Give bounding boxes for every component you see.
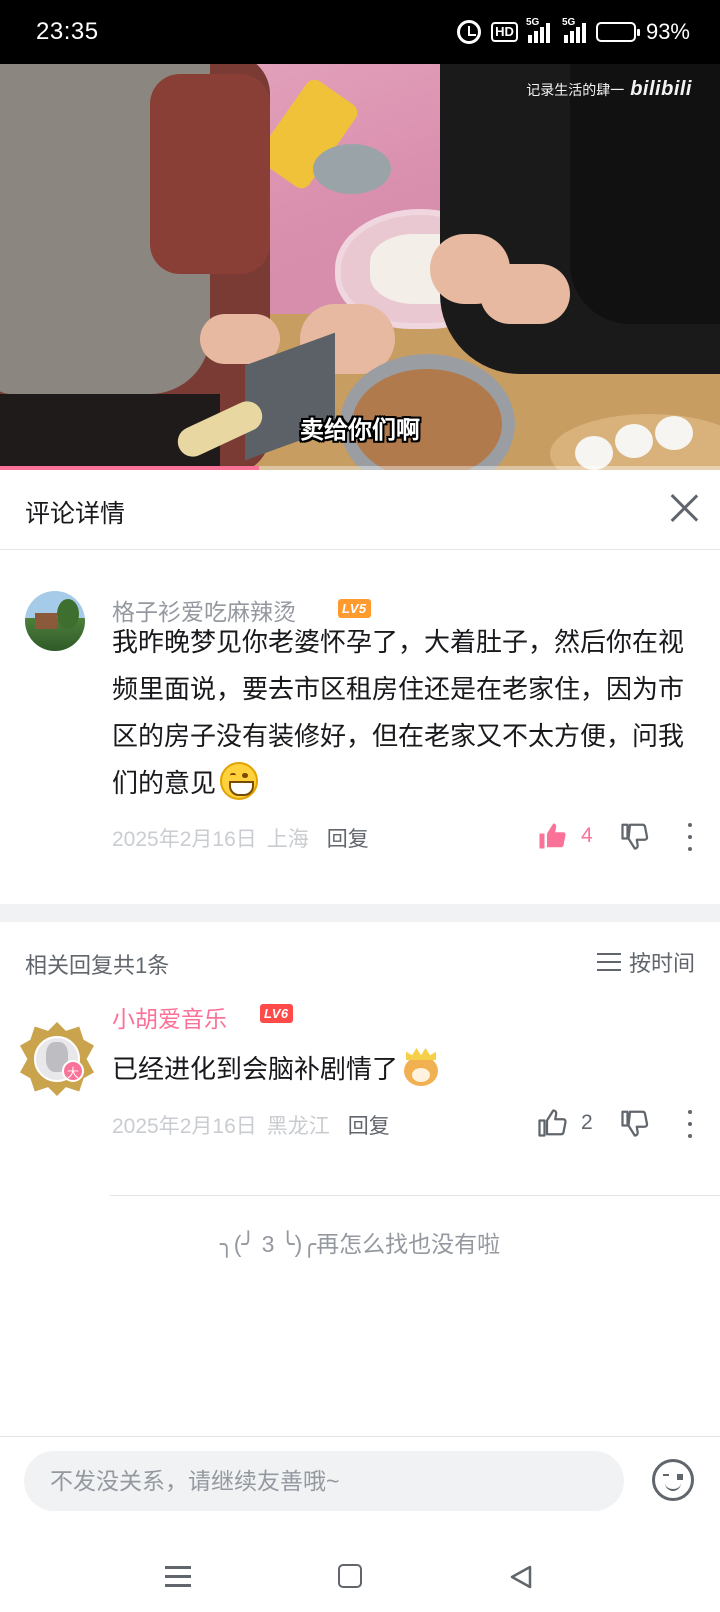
level-badge: LV6: [260, 1004, 293, 1023]
more-icon[interactable]: [687, 823, 693, 851]
reply-text: 已经进化到会脑补剧情了: [112, 1054, 399, 1084]
reply-username[interactable]: 小胡爱音乐: [112, 1000, 227, 1034]
comment-input-bar: [0, 1436, 720, 1544]
reply-item: 大 小胡爱音乐 LV6 已经进化到会脑补剧情了 2025年2月16日 黑龙江 回…: [0, 1000, 720, 1196]
emoji-icon[interactable]: [652, 1459, 694, 1501]
watermark-text: 记录生活的肆一: [526, 81, 625, 98]
status-icons: HD 5G 5G 93%: [457, 16, 690, 48]
comment-body: 我昨晚梦见你老婆怀孕了，大着肚子，然后你在视频里面说，要去市区租房住还是在老家住…: [112, 619, 692, 807]
thumbs-up-icon: [537, 1108, 567, 1138]
dislike-button[interactable]: [620, 1108, 650, 1138]
hd-icon: HD: [491, 22, 518, 42]
thumbs-down-icon: [620, 1108, 650, 1138]
video-hair: [570, 64, 720, 324]
video-subtitle: 卖给你们啊: [300, 417, 420, 444]
comment-date: 2025年2月16日: [112, 828, 257, 851]
reply-location: 黑龙江: [266, 1115, 330, 1138]
home-icon[interactable]: [338, 1564, 362, 1588]
dislike-button[interactable]: [620, 821, 650, 851]
main-comment: 格子衫爱吃麻辣烫 LV5 我昨晚梦见你老婆怀孕了，大着肚子，然后你在视频里面说，…: [0, 551, 720, 904]
thumbs-down-icon: [620, 821, 650, 851]
sort-list-icon: [596, 953, 621, 971]
more-icon[interactable]: [687, 1110, 693, 1138]
close-icon[interactable]: [666, 490, 702, 526]
divider: [110, 1195, 720, 1196]
reply-date: 2025年2月16日: [112, 1115, 257, 1138]
thumbs-up-filled-icon: [537, 821, 567, 851]
reply-button[interactable]: 回复: [327, 823, 369, 853]
video-watermark: 记录生活的肆一 bilibili: [526, 78, 692, 101]
video-hand: [480, 264, 570, 324]
avatar[interactable]: [25, 591, 85, 651]
video-player[interactable]: 记录生活的肆一 bilibili 卖给你们啊: [0, 64, 720, 470]
comment-input[interactable]: [24, 1451, 624, 1511]
signal-icon: 5G: [562, 17, 586, 43]
reply-body: 已经进化到会脑补剧情了: [112, 1048, 440, 1088]
end-of-list-note: ╮(╯ 3 ╰)╭再怎么找也没有啦: [219, 1231, 501, 1257]
bilibili-logo: bilibili: [630, 78, 692, 100]
level-badge: LV5: [338, 599, 371, 618]
avatar[interactable]: 大: [20, 1022, 94, 1096]
menu-icon[interactable]: [165, 1566, 191, 1588]
video-small-bowl: [313, 144, 391, 194]
battery-percent: 93%: [645, 19, 690, 44]
comment-location: 上海: [266, 828, 309, 851]
status-bar: 23:35 HD 5G 5G 93%: [0, 0, 720, 64]
system-nav-bar: [0, 1544, 720, 1612]
like-count: 4: [581, 824, 593, 847]
like-button[interactable]: 4: [537, 821, 593, 851]
replies-count: 相关回复共1条: [25, 953, 170, 978]
replies-header: 相关回复共1条 按时间: [0, 922, 720, 1000]
sort-label: 按时间: [628, 951, 695, 976]
alarm-icon: [457, 20, 482, 44]
grin-emoji-icon: [220, 762, 259, 800]
doge-emoji-icon: [402, 1048, 440, 1086]
like-count: 2: [581, 1111, 593, 1134]
comment-text: 我昨晚梦见你老婆怀孕了，大着肚子，然后你在视频里面说，要去市区租房住还是在老家住…: [112, 627, 685, 798]
panel-title: 评论详情: [25, 500, 126, 528]
avatar-tag: 大: [62, 1060, 84, 1082]
video-sleeve: [150, 74, 270, 274]
reply-meta: 2025年2月16日 黑龙江 回复: [112, 1110, 390, 1140]
status-time: 23:35: [36, 18, 99, 45]
signal-icon: 5G: [526, 17, 550, 43]
reply-button[interactable]: 回复: [348, 1110, 390, 1140]
comment-detail-header: 评论详情: [0, 470, 720, 550]
battery-icon: [595, 22, 640, 42]
sort-button[interactable]: 按时间: [596, 946, 695, 978]
like-button[interactable]: 2: [537, 1108, 593, 1138]
section-divider: [0, 904, 720, 922]
comment-meta: 2025年2月16日 上海 回复: [112, 823, 369, 853]
